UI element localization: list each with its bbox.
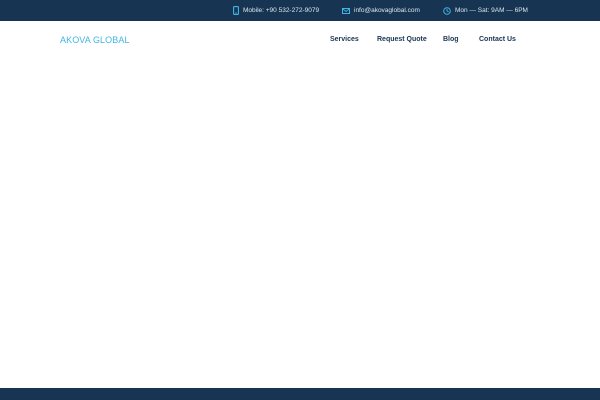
hours-text: Mon — Sat: 9AM — 6PM [455, 7, 528, 14]
main-content-area [0, 61, 600, 388]
nav-blog[interactable]: Blog [443, 36, 459, 43]
clock-icon [443, 6, 451, 15]
nav-request-quote[interactable]: Request Quote [377, 36, 427, 43]
hours-info: Mon — Sat: 9AM — 6PM [443, 0, 528, 21]
mobile-phone-icon [233, 6, 239, 15]
email-text: info@akovaglobal.com [354, 7, 420, 14]
page: Mobile: +90 532-272-9079 info@akovagloba… [0, 0, 600, 400]
email-info[interactable]: info@akovaglobal.com [342, 0, 420, 21]
footer-bar [0, 388, 600, 400]
phone-info[interactable]: Mobile: +90 532-272-9079 [233, 0, 319, 21]
nav-contact-us[interactable]: Contact Us [479, 36, 516, 43]
phone-text: Mobile: +90 532-272-9079 [243, 7, 320, 14]
site-header: AKOVA GLOBAL Services Request Quote Blog… [0, 21, 600, 61]
nav-services[interactable]: Services [330, 36, 359, 43]
envelope-icon [342, 7, 350, 14]
site-logo[interactable]: AKOVA GLOBAL [60, 35, 130, 45]
top-info-bar: Mobile: +90 532-272-9079 info@akovagloba… [0, 0, 600, 21]
